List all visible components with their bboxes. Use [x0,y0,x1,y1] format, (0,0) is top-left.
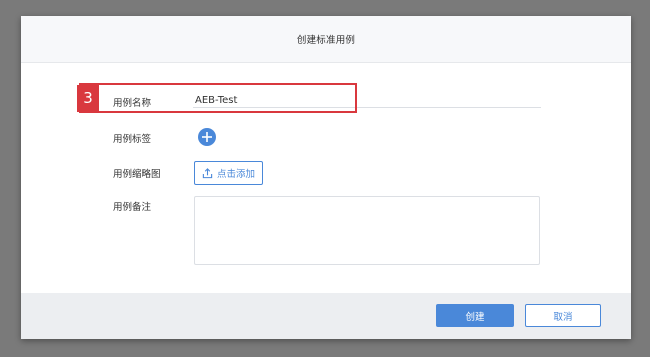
cancel-button[interactable]: 取消 [525,304,601,327]
add-tag-button[interactable] [198,128,216,146]
case-tags-label: 用例标签 [113,134,152,145]
upload-icon [202,167,213,178]
highlight-box [79,83,357,113]
dialog-title: 创建标准用例 [296,35,356,46]
create-button[interactable]: 创建 [436,304,514,327]
step-number-badge: 3 [77,85,99,112]
dialog-header: 创建标准用例 [21,16,631,63]
upload-label: 点击添加 [216,169,255,180]
case-thumbnail-label: 用例缩略图 [113,169,161,180]
plus-icon [202,132,212,142]
create-case-dialog: 创建标准用例 用例名称 AEB-Test 3 用例标签 用例缩略图 点击添加 用… [21,16,631,339]
upload-thumbnail-button[interactable]: 点击添加 [194,161,263,185]
case-remark-label: 用例备注 [113,202,152,213]
case-remark-textarea[interactable] [194,196,540,265]
